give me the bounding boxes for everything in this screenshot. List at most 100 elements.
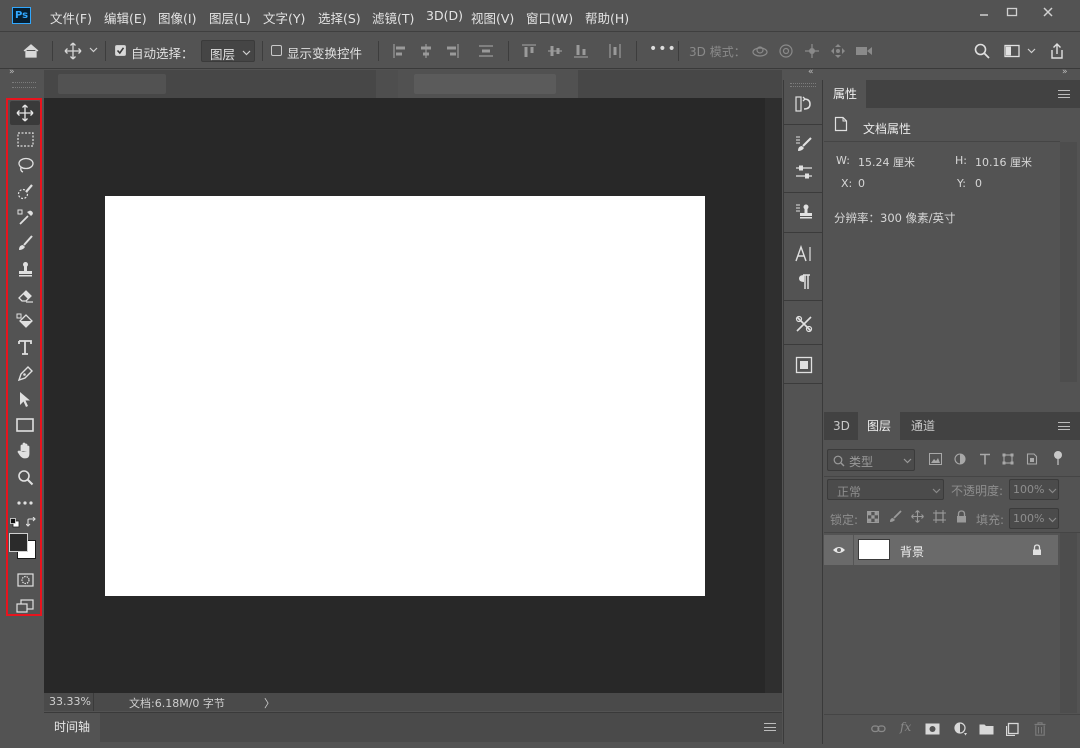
new-adjustment-button[interactable] — [954, 722, 968, 736]
close-button[interactable] — [1032, 1, 1064, 23]
menu-select[interactable]: 选择(S) — [318, 8, 361, 27]
menu-layer[interactable]: 图层(L) — [209, 8, 251, 27]
screen-mode-button[interactable] — [10, 594, 40, 618]
opacity-field[interactable]: 100% — [1009, 479, 1059, 500]
fx-icon[interactable]: fx — [900, 720, 911, 734]
foreground-color-swatch[interactable] — [9, 533, 28, 552]
eraser-tool[interactable] — [10, 283, 40, 307]
hand-tool[interactable] — [10, 439, 40, 463]
zoom-tool[interactable] — [10, 465, 40, 489]
quick-mask-button[interactable] — [10, 568, 40, 592]
distribute-horizontal-button[interactable] — [606, 42, 624, 60]
align-bottom-button[interactable] — [572, 42, 590, 60]
lock-all-button[interactable] — [956, 510, 967, 523]
layer-row[interactable]: 背景 — [824, 535, 1058, 565]
document-tab[interactable] — [58, 74, 166, 94]
3d-roll-button[interactable] — [777, 42, 795, 60]
rectangle-tool[interactable] — [10, 413, 40, 437]
lock-position-button[interactable] — [911, 510, 924, 523]
auto-select-target-dropdown[interactable]: 图层 — [201, 40, 255, 62]
share-button[interactable] — [1048, 42, 1066, 60]
add-mask-button[interactable] — [925, 723, 940, 735]
menu-filter[interactable]: 滤镜(T) — [372, 8, 414, 27]
menu-edit[interactable]: 编辑(E) — [104, 8, 147, 27]
libraries-panel-button[interactable] — [792, 353, 816, 377]
collapse-left-icon[interactable]: » — [9, 67, 15, 77]
menu-image[interactable]: 图像(I) — [158, 8, 196, 27]
collapse-mid-icon[interactable]: « — [808, 67, 814, 77]
menu-file[interactable]: 文件(F) — [50, 8, 92, 27]
align-right-button[interactable] — [443, 42, 461, 60]
history-panel-button[interactable] — [792, 92, 816, 116]
brush-tool[interactable] — [10, 231, 40, 255]
show-transform-checkbox[interactable] — [271, 45, 282, 56]
move-tool-preset-button[interactable] — [64, 42, 82, 60]
3d-pan-button[interactable] — [803, 42, 821, 60]
move-tool[interactable] — [10, 101, 40, 125]
align-hcenter-button[interactable] — [417, 42, 435, 60]
height-value[interactable]: 10.16 厘米 — [975, 154, 1032, 170]
layer-filter-dropdown[interactable]: 类型 — [827, 449, 915, 471]
menu-window[interactable]: 窗口(W) — [526, 8, 573, 27]
path-select-tool[interactable] — [10, 387, 40, 411]
stamp-tool[interactable] — [10, 257, 40, 281]
layers-scrollbar[interactable] — [1060, 533, 1077, 713]
link-layers-button[interactable] — [871, 724, 886, 734]
clone-source-button[interactable] — [792, 200, 816, 224]
collapse-right-icon[interactable]: » — [1062, 67, 1068, 77]
filter-shape-button[interactable] — [1002, 453, 1014, 465]
default-colors-button[interactable] — [10, 518, 20, 528]
eyedropper-tool[interactable] — [10, 205, 40, 229]
tab-3d[interactable]: 3D — [824, 412, 859, 440]
layer-name[interactable]: 背景 — [900, 543, 924, 560]
lock-transparent-button[interactable] — [867, 511, 879, 523]
pen-tool[interactable] — [10, 361, 40, 385]
tab-properties[interactable]: 属性 — [824, 80, 867, 108]
brush-settings-button[interactable] — [792, 132, 816, 156]
blend-mode-dropdown[interactable]: 正常 — [827, 479, 944, 500]
adjustments-button[interactable] — [792, 160, 816, 184]
timeline-menu-icon[interactable] — [764, 723, 776, 731]
align-vcenter-button[interactable] — [546, 42, 564, 60]
lasso-tool[interactable] — [10, 153, 40, 177]
filter-adjustment-button[interactable] — [954, 453, 966, 465]
marquee-tool[interactable] — [10, 127, 40, 151]
restore-button[interactable] — [996, 1, 1028, 23]
search-button[interactable] — [973, 42, 991, 60]
delete-layer-button[interactable] — [1034, 722, 1046, 736]
lock-pixels-button[interactable] — [889, 510, 902, 523]
properties-menu-icon[interactable] — [1058, 90, 1070, 98]
filter-type-button[interactable] — [979, 453, 991, 465]
3d-orbit-button[interactable] — [751, 42, 769, 60]
paragraph-panel-button[interactable] — [792, 270, 816, 294]
width-value[interactable]: 15.24 厘米 — [858, 154, 915, 170]
new-group-button[interactable] — [979, 723, 994, 735]
menu-3d[interactable]: 3D(D) — [426, 8, 463, 23]
tab-layers[interactable]: 图层 — [858, 412, 901, 440]
home-button[interactable] — [22, 42, 40, 60]
paint-bucket-tool[interactable] — [10, 309, 40, 333]
menu-view[interactable]: 视图(V) — [471, 8, 514, 27]
type-tool[interactable] — [10, 335, 40, 359]
tool-preset-chevron[interactable] — [89, 46, 98, 54]
align-top-button[interactable] — [520, 42, 538, 60]
auto-select-checkbox[interactable] — [115, 45, 126, 56]
y-value[interactable]: 0 — [975, 177, 982, 190]
tab-channels[interactable]: 通道 — [902, 412, 944, 440]
distribute-button[interactable] — [477, 42, 495, 60]
swap-colors-button[interactable] — [26, 517, 37, 528]
vertical-scrollbar[interactable] — [765, 98, 782, 693]
zoom-level[interactable]: 33.33% — [49, 695, 91, 708]
fill-field[interactable]: 100% — [1009, 508, 1059, 529]
align-left-button[interactable] — [391, 42, 409, 60]
filter-pixel-button[interactable] — [929, 453, 942, 465]
more-options-button[interactable]: ••• — [649, 41, 677, 57]
filter-smart-object-button[interactable] — [1026, 453, 1038, 465]
character-panel-button[interactable] — [792, 242, 816, 266]
document-canvas[interactable] — [105, 196, 705, 596]
3d-scale-button[interactable] — [855, 42, 873, 60]
workspace-button[interactable] — [1003, 42, 1021, 60]
timeline-tab[interactable]: 时间轴 — [44, 713, 101, 743]
3d-slide-button[interactable] — [829, 42, 847, 60]
workspace-chevron[interactable] — [1027, 47, 1036, 55]
